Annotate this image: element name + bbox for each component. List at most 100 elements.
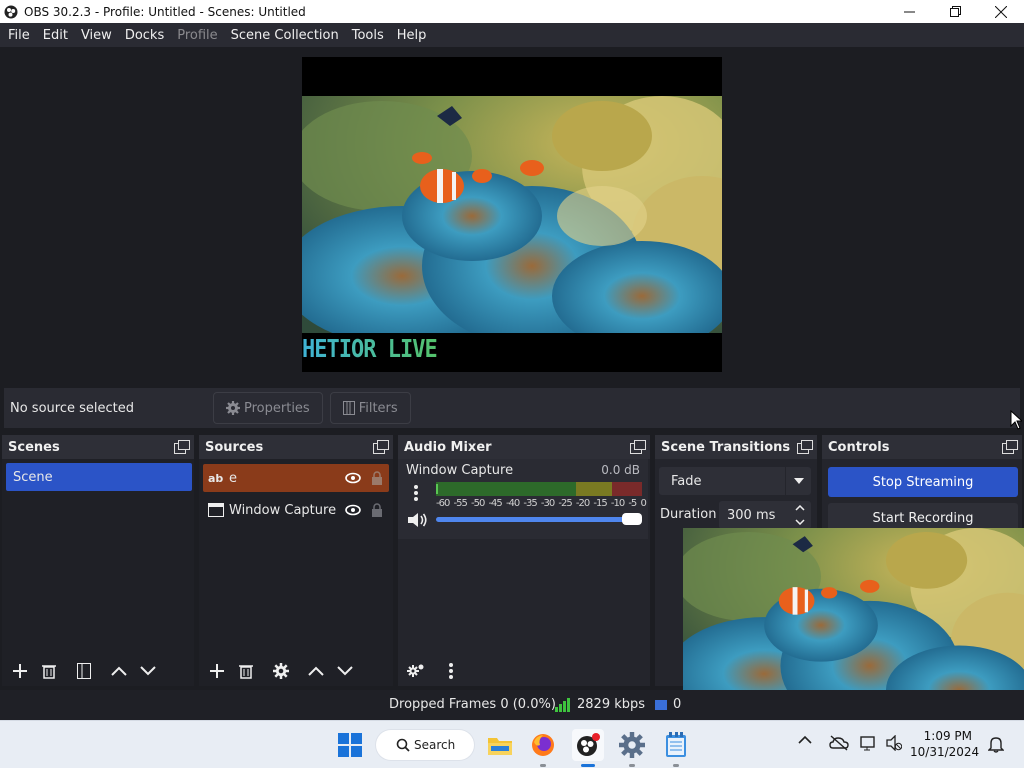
file-explorer-button[interactable]: [484, 729, 516, 761]
undock-icon[interactable]: [373, 440, 389, 454]
more-vertical-icon[interactable]: [410, 483, 422, 503]
volume-meter: [436, 482, 642, 496]
move-scene-up-button[interactable]: [105, 658, 133, 684]
move-scene-down-button[interactable]: [134, 658, 162, 684]
filters-label: Filters: [358, 400, 398, 416]
chevron-down-icon: [140, 666, 156, 676]
source-toolbar: No source selected Properties Filters: [4, 388, 1020, 428]
menu-file[interactable]: File: [4, 28, 39, 43]
remove-source-button[interactable]: [232, 658, 260, 684]
properties-label: Properties: [244, 400, 310, 416]
onedrive-status[interactable]: [829, 735, 849, 751]
taskbar-search[interactable]: Search: [376, 730, 474, 760]
transition-select[interactable]: Fade: [659, 467, 811, 495]
filter-icon: [342, 401, 355, 415]
scenes-footer: [2, 656, 194, 686]
notepad-button[interactable]: [660, 729, 692, 767]
windows-logo-icon: [338, 733, 362, 757]
lock-toggle[interactable]: [365, 471, 389, 485]
menu-scene-collection[interactable]: Scene Collection: [227, 28, 348, 43]
speaker-icon[interactable]: [406, 511, 428, 529]
menu-profile[interactable]: Profile: [173, 28, 226, 43]
running-indicator: [673, 764, 679, 767]
scenes-dock-header: Scenes: [2, 435, 194, 459]
minimize-icon: [903, 11, 915, 13]
spin-down-icon[interactable]: [791, 515, 809, 528]
preview-canvas[interactable]: HETIOR LIVE: [302, 57, 722, 372]
properties-button[interactable]: Properties: [213, 392, 323, 424]
controls-dock-header: Controls: [822, 435, 1022, 459]
tray-overflow-button[interactable]: [798, 735, 812, 745]
start-button[interactable]: [334, 729, 366, 761]
menu-view[interactable]: View: [77, 28, 121, 43]
undock-icon[interactable]: [797, 440, 813, 454]
scene-item[interactable]: Scene: [6, 463, 192, 491]
controls-dock-title: Controls: [828, 439, 890, 455]
filter-icon: [77, 663, 91, 679]
close-button[interactable]: [978, 0, 1024, 23]
undock-icon[interactable]: [630, 440, 646, 454]
source-name: e: [229, 470, 237, 486]
gear-icon: [273, 663, 289, 679]
menu-docks[interactable]: Docks: [121, 28, 173, 43]
running-indicator: [540, 764, 546, 767]
network-status[interactable]: [860, 735, 878, 751]
filters-button[interactable]: Filters: [329, 392, 411, 424]
sources-dock: Sources ab e Window Capture: [199, 435, 393, 686]
network-offline-icon: [860, 736, 875, 751]
scene-filters-button[interactable]: [70, 658, 98, 684]
maximize-button[interactable]: [932, 0, 978, 23]
scenes-dock-title: Scenes: [8, 439, 60, 455]
status-bar: Dropped Frames 0 (0.0%) 2829 kbps 0: [0, 690, 1024, 720]
add-source-button[interactable]: [203, 658, 231, 684]
source-properties-button[interactable]: [267, 658, 295, 684]
settings-button[interactable]: [616, 729, 648, 767]
notifications-button[interactable]: [988, 735, 1004, 753]
undock-icon[interactable]: [174, 440, 190, 454]
spin-up-icon[interactable]: [791, 501, 809, 514]
taskbar-clock[interactable]: 1:09 PM 10/31/2024: [910, 728, 980, 760]
audio-channel-level: 0.0 dB: [601, 463, 640, 477]
minimize-button[interactable]: [886, 0, 932, 23]
source-item-text[interactable]: ab e: [203, 464, 389, 492]
move-source-up-button[interactable]: [302, 658, 330, 684]
menu-edit[interactable]: Edit: [39, 28, 77, 43]
obs-taskbar-button[interactable]: [572, 729, 604, 767]
text-icon: ab: [208, 471, 224, 485]
volume-slider-track[interactable]: [436, 517, 632, 522]
visibility-toggle[interactable]: [341, 472, 365, 484]
volume-slider-handle[interactable]: [622, 513, 642, 525]
sources-list[interactable]: ab e Window Capture: [199, 459, 393, 686]
bell-icon: [988, 737, 1004, 753]
lock-icon: [372, 471, 382, 485]
visibility-toggle[interactable]: [341, 504, 365, 516]
bitrate-indicator: 2829 kbps: [555, 697, 645, 712]
advanced-audio-button[interactable]: [402, 658, 430, 684]
clock-time: 1:09 PM: [923, 729, 972, 743]
clock-date: 10/31/2024: [910, 745, 980, 759]
search-icon: [396, 738, 410, 752]
signal-bars-icon: [555, 697, 570, 712]
remove-scene-button[interactable]: [35, 658, 63, 684]
duration-field[interactable]: 300 ms: [719, 501, 811, 529]
lock-toggle[interactable]: [365, 503, 389, 517]
scenes-list[interactable]: Scene: [2, 459, 194, 686]
menu-bar: File Edit View Docks Profile Scene Colle…: [0, 23, 1024, 47]
folder-icon: [488, 738, 512, 755]
menu-tools[interactable]: Tools: [348, 28, 393, 43]
add-scene-button[interactable]: [6, 658, 34, 684]
stop-streaming-button[interactable]: Stop Streaming: [828, 467, 1018, 497]
firefox-button[interactable]: [527, 729, 559, 767]
sources-footer: [199, 656, 393, 686]
source-item-window-capture[interactable]: Window Capture: [203, 496, 389, 524]
undock-icon[interactable]: [1002, 440, 1018, 454]
duration-label: Duration: [660, 507, 717, 522]
mixer-menu-button[interactable]: [437, 658, 465, 684]
volume-status[interactable]: [886, 735, 902, 751]
audio-mixer-dock-title: Audio Mixer: [404, 439, 492, 455]
window-titlebar: OBS 30.2.3 - Profile: Untitled - Scenes:…: [0, 0, 1024, 23]
menu-help[interactable]: Help: [393, 28, 436, 43]
overlay-text: HETIOR LIVE: [302, 335, 438, 364]
move-source-down-button[interactable]: [331, 658, 359, 684]
speaker-muted-icon: [886, 735, 902, 751]
